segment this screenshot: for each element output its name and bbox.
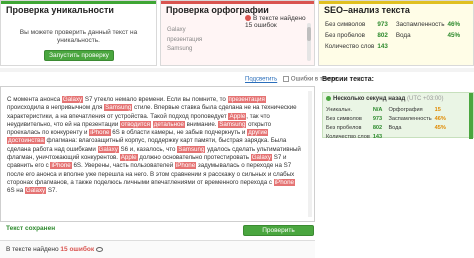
seo-row: Без символов 973 Заспамленность 46% [325,19,463,30]
text-segment: С момента анонса [7,96,62,103]
error-item[interactable]: Galaxy [167,26,202,36]
misspelled-word[interactable]: Apple [119,154,138,162]
text-segment: 6S в области камеры, не забыв подчеркнут… [110,129,248,137]
misspelled-word[interactable]: Samsung [218,120,247,128]
text-segment: S6 и, казалось, что [118,145,178,153]
misspelled-word[interactable]: iPhone [174,162,197,170]
spelling-panel: Проверка орфографии В тексте найдено 15 … [160,0,315,66]
errors-found-text: В тексте найдено 15 ошибок [245,15,306,29]
editor-scrollbar[interactable] [308,91,312,217]
text-segment: S7. [46,187,58,195]
misspelled-word[interactable]: Galaxy [97,145,119,153]
highlight-link[interactable]: Подсветить [245,77,277,83]
misspelled-word[interactable]: Apple [228,112,247,120]
text-segment: S7 утекло немало времени. Если вы помнит… [83,96,228,103]
seo-label: Вода [395,32,411,39]
misspelled-word[interactable]: достоинства [7,137,45,145]
text-segment: внимание. [184,120,219,128]
seo-row: Без пробелов 802 Вода 45% [325,30,463,41]
seo-label: Без пробелов [325,32,365,39]
version-row: Без пробелов 802 Вода 45% [326,124,446,131]
misspelled-word[interactable]: Samsung [104,104,133,112]
error-item[interactable]: Samsung [167,45,202,55]
error-list-scrollbar[interactable] [307,23,311,61]
version-heading: Несколько секунд назад (UTC +03:00) [326,96,444,102]
versions-title: Версии текста: [322,76,374,83]
errors-checkbox[interactable] [282,76,289,82]
version-swatch [469,93,473,139]
seo-label: Заспамленность [395,21,445,28]
misspelled-word[interactable]: детальное [152,120,185,128]
misspelled-word[interactable]: другие [247,129,269,137]
uniqueness-title: Проверка уникальности [1,1,156,17]
text-segment: 6S. Уверены, часть пользователей [71,162,175,170]
version-card[interactable]: Несколько секунд назад (UTC +03:00) Уник… [322,92,474,141]
version-row: Количество слов 143 [326,133,383,140]
seo-panel: SEO–анализ текста Без символов 973 Заспа… [318,0,474,66]
uniqueness-panel: Проверка уникальности Вы можете проверит… [0,0,157,66]
misspelled-word[interactable]: iPhone [273,178,295,186]
seo-label: Без символов [325,21,366,28]
seo-value: 46% [447,21,461,28]
seo-title: SEO–анализ текста [319,1,473,17]
error-list: Galaxy презентация Samsung [167,26,202,55]
version-row: Уникальн. N/A Орфография 15 [326,106,441,113]
start-check-button[interactable]: Запустить проверку [44,50,114,61]
warning-icon [245,15,251,22]
misspelled-word[interactable]: iPhone [89,129,111,137]
text-segment: происходила в непривычном для [7,104,105,112]
version-row: Без символов 973 Заспамленность 46% [326,115,446,122]
text-segment: 6S на [7,187,25,195]
misspelled-word[interactable]: Galaxy [24,187,47,195]
misspelled-word[interactable]: iPhone [50,162,72,170]
uniqueness-message: Вы можете проверить данный текст на уник… [19,29,138,44]
bottom-errors-text: В тексте найдено 15 ошибок [6,246,95,253]
misspelled-word[interactable]: Galaxy [61,96,84,103]
seo-value: 802 [377,32,388,39]
text-editor[interactable]: С момента анонса Galaxy S7 утекло немало… [0,86,315,222]
text-segment: должно основательно протестировать [137,154,251,162]
misspelled-word[interactable]: Galaxy [250,154,272,162]
seo-value: 45% [447,32,461,39]
seo-stats-table: Без символов 973 Заспамленность 46% Без … [325,19,463,52]
seo-value: 973 [377,21,388,28]
misspelled-word[interactable]: отводится [120,120,151,128]
check-spelling-button[interactable]: Проверить орфографию [243,225,314,244]
misspelled-word[interactable]: презентация [227,96,266,103]
seo-value: 143 [377,43,388,50]
save-status: Текст сохранен [6,225,56,232]
error-item[interactable]: презентация [167,36,202,46]
bottom-status-bar: В тексте найдено 15 ошибок [0,240,315,258]
versions-panel: Версии текста: Несколько секунд назад (U… [322,76,474,258]
misspelled-word[interactable]: Samsung [177,145,206,153]
seo-row: Количество слов 143 [325,41,463,52]
seo-label: Количество слов [325,43,375,50]
separator [0,68,474,72]
eye-icon[interactable] [96,247,103,252]
editor-text[interactable]: С момента анонса Galaxy S7 утекло немало… [7,96,303,196]
version-dot-icon [326,96,331,101]
version-stats-table: Уникальн. N/A Орфография 15 Без символов 97… [326,105,449,141]
